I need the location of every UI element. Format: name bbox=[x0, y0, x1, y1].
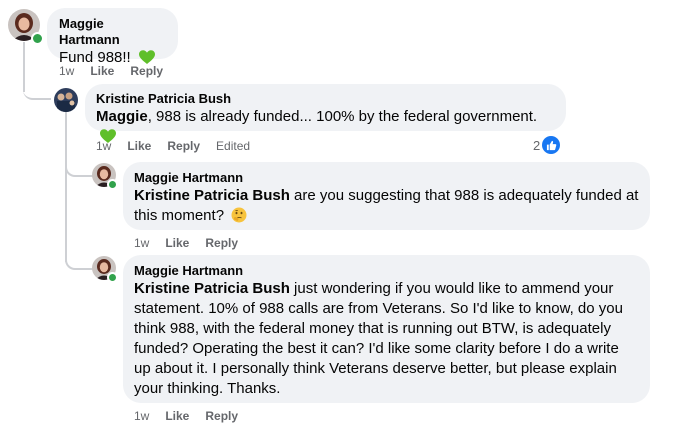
like-button[interactable]: Like bbox=[165, 409, 189, 423]
reaction-summary[interactable]: 2 bbox=[533, 136, 561, 154]
comment-author[interactable]: Maggie Hartmann bbox=[134, 263, 639, 279]
comment-author[interactable]: Kristine Patricia Bush bbox=[96, 91, 555, 107]
comment-text-line: funded? Operating the best it can? I'd l… bbox=[134, 340, 619, 357]
comment-text-line: are you suggesting that 988 is adequatel… bbox=[289, 187, 639, 204]
comment-timestamp[interactable]: 1w bbox=[134, 236, 149, 250]
thread-curve-reply-3 bbox=[65, 250, 93, 270]
thread-curve-reply-2 bbox=[65, 160, 93, 177]
like-reaction-icon bbox=[542, 136, 561, 154]
comment-timestamp[interactable]: 1w bbox=[59, 64, 74, 78]
comment-bubble: Maggie Hartmann Kristine Patricia Bush a… bbox=[123, 162, 650, 230]
online-status-dot bbox=[107, 179, 118, 190]
comment-text-line: up about it. I personally think Veterans… bbox=[134, 360, 617, 377]
comment-timestamp[interactable]: 1w bbox=[134, 409, 149, 423]
comment-text-line: this moment? bbox=[134, 207, 225, 224]
mention-link[interactable]: Kristine Patricia Bush bbox=[134, 280, 290, 297]
online-status-dot bbox=[31, 32, 44, 45]
comment-author[interactable]: Maggie Hartmann bbox=[134, 170, 639, 186]
comment-bubble: Maggie Hartmann Kristine Patricia Bush j… bbox=[123, 255, 650, 403]
thinking-face-icon bbox=[231, 207, 247, 223]
thread-curve-reply-1 bbox=[23, 80, 51, 100]
green-heart-icon bbox=[138, 50, 155, 64]
like-button[interactable]: Like bbox=[127, 139, 151, 153]
comment-actions: 1w Like Reply bbox=[59, 64, 179, 78]
mention-link[interactable]: Maggie bbox=[96, 108, 148, 125]
reply-button[interactable]: Reply bbox=[130, 64, 163, 78]
like-button[interactable]: Like bbox=[165, 236, 189, 250]
comment-text: , 988 is already funded... 100% by the f… bbox=[147, 108, 538, 125]
online-status-dot bbox=[107, 272, 118, 283]
comment-text-line: just wondering if you would like to amme… bbox=[289, 280, 614, 297]
comment-text-line: your thinking. Thanks. bbox=[134, 380, 281, 397]
comment-bubble: Kristine Patricia Bush Maggie, 988 is al… bbox=[85, 84, 566, 143]
thread-line-nested bbox=[65, 112, 67, 262]
like-button[interactable]: Like bbox=[90, 64, 114, 78]
mention-link[interactable]: Kristine Patricia Bush bbox=[134, 187, 290, 204]
comment-actions: 1w Like Reply bbox=[134, 409, 254, 423]
comment-timestamp[interactable]: 1w bbox=[96, 139, 111, 153]
reply-button[interactable]: Reply bbox=[167, 139, 200, 153]
reply-button[interactable]: Reply bbox=[205, 236, 238, 250]
edited-label[interactable]: Edited bbox=[216, 139, 250, 153]
comment-text-line: statement. 10% of 988 calls are from Vet… bbox=[134, 300, 623, 317]
reaction-count: 2 bbox=[533, 137, 541, 153]
comment-text-line: think 988, with the federal money that i… bbox=[134, 320, 611, 337]
comment-author[interactable]: Maggie Hartmann bbox=[59, 16, 166, 48]
avatar-kristine[interactable] bbox=[54, 88, 78, 112]
reply-button[interactable]: Reply bbox=[205, 409, 238, 423]
profile-photo-icon bbox=[54, 88, 78, 112]
comment-bubble: Maggie Hartmann Fund 988!! bbox=[47, 8, 178, 66]
comment-actions: 1w Like Reply bbox=[134, 236, 254, 250]
comment-actions: 1w Like Reply Edited bbox=[96, 139, 250, 153]
